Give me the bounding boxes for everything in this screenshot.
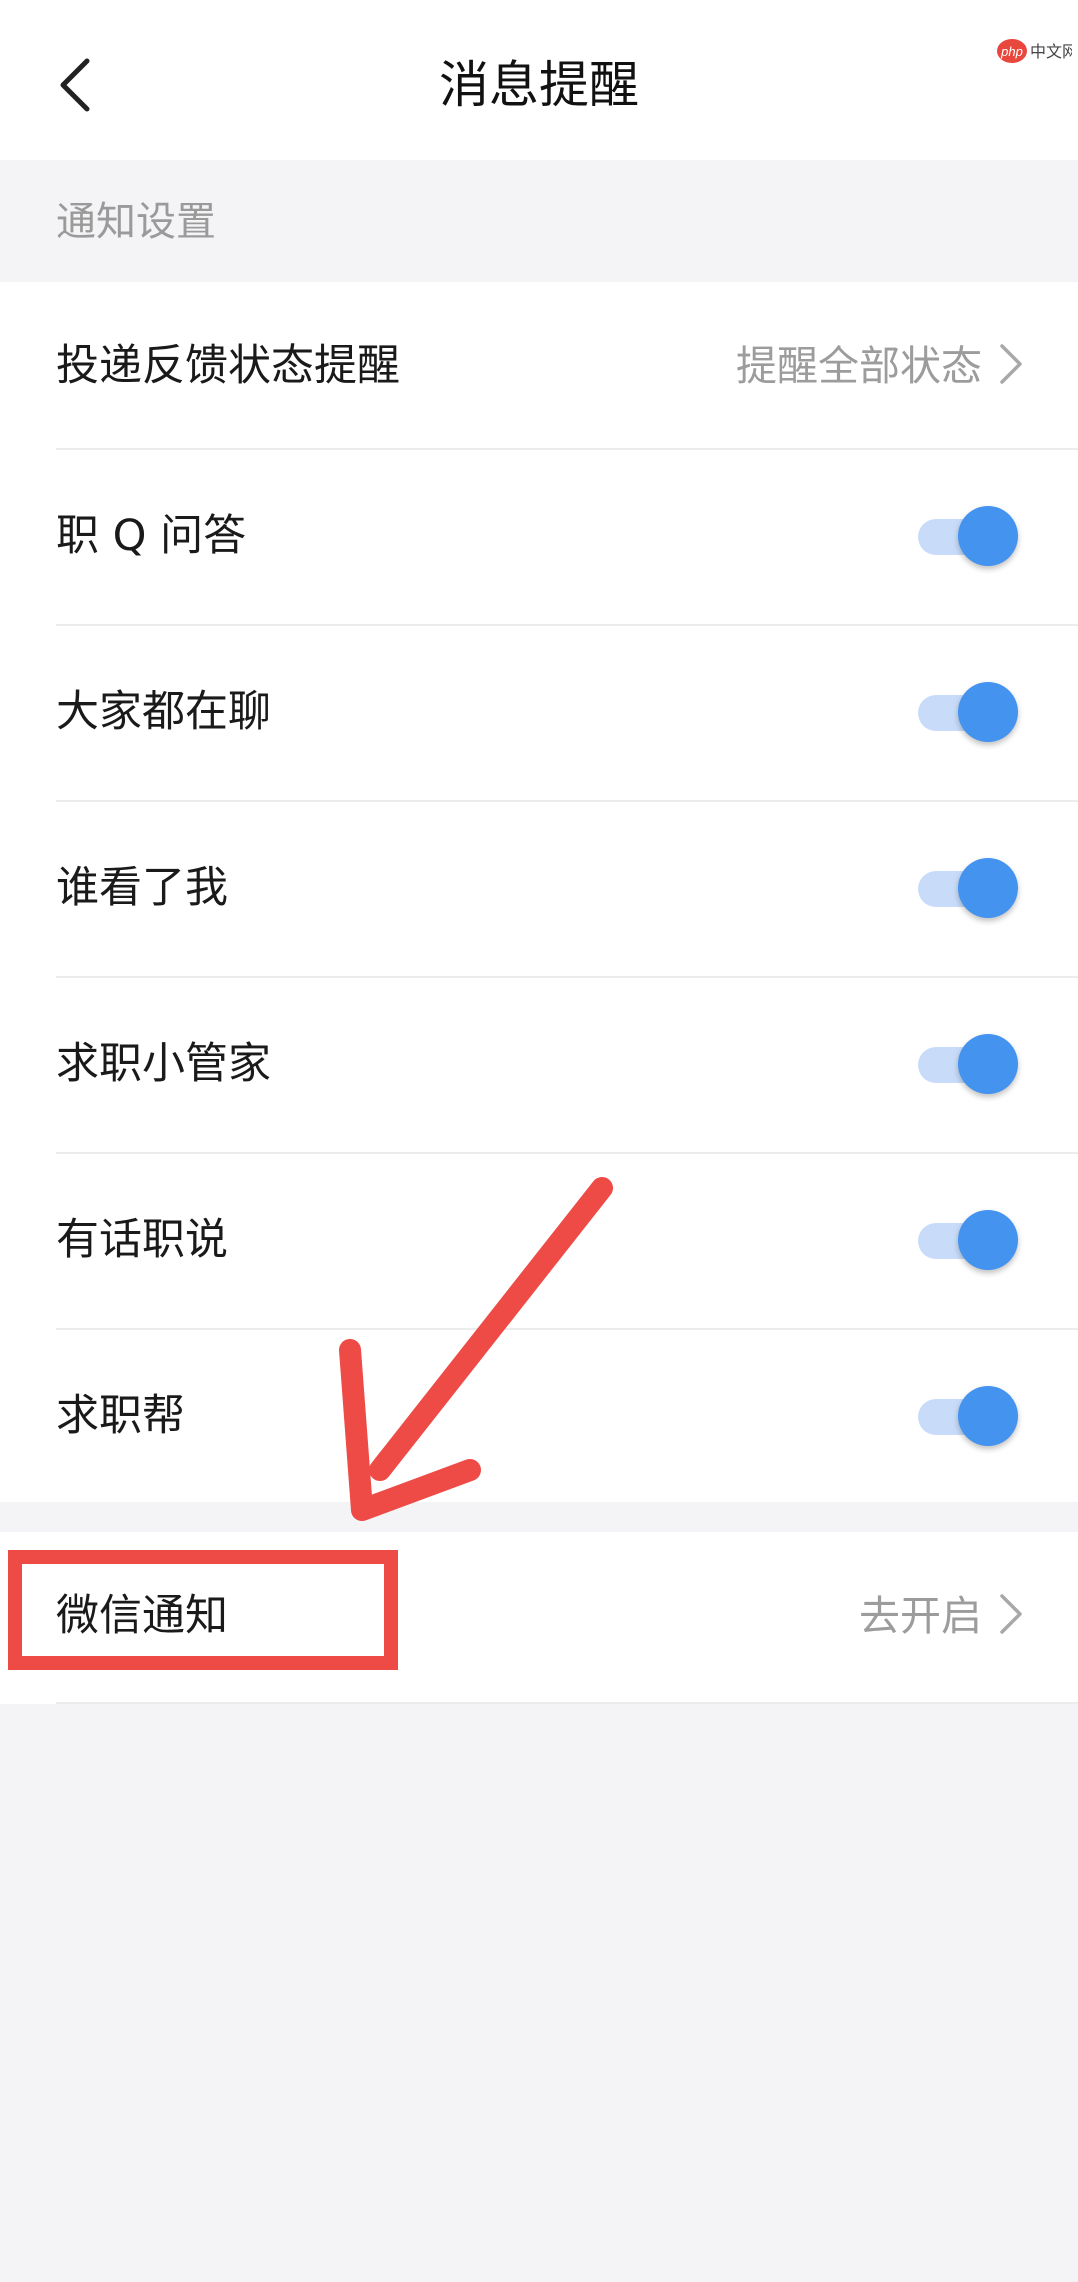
delivery-feedback-value: 提醒全部状态 (736, 342, 982, 390)
chevron-right-icon (1000, 344, 1022, 384)
toggle-switch[interactable] (918, 1034, 1018, 1096)
toggle-switch[interactable] (918, 506, 1018, 568)
section-header: 通知设置 (0, 160, 1078, 282)
toggle-knob (958, 1386, 1018, 1446)
toggle-knob (958, 682, 1018, 742)
toggle-knob (958, 506, 1018, 566)
row-divider (56, 1702, 1078, 1704)
annotation-highlight-box (8, 1550, 398, 1670)
toggle-row-zhiq-qa: 职 Q 问答 (0, 450, 1078, 624)
header-bar: 消息提醒 (0, 0, 1078, 160)
wechat-notification-value: 去开启 (859, 1592, 982, 1640)
toggle-switch[interactable] (918, 858, 1018, 920)
toggle-label: 求职小管家 (56, 1039, 271, 1089)
toggle-switch[interactable] (918, 1210, 1018, 1272)
toggle-label: 求职帮 (56, 1391, 185, 1441)
toggle-row-who-viewed-me: 谁看了我 (0, 802, 1078, 976)
delivery-feedback-label: 投递反馈状态提醒 (56, 341, 400, 391)
toggle-row-job-butler: 求职小管家 (0, 978, 1078, 1152)
chevron-right-icon (1000, 1594, 1022, 1634)
toggle-switch[interactable] (918, 682, 1018, 744)
toggle-knob (958, 858, 1018, 918)
svg-text:php: php (1000, 44, 1023, 59)
toggle-label: 职 Q 问答 (56, 511, 247, 561)
watermark-logo: php 中文网 (997, 39, 1072, 63)
svg-text:中文网: 中文网 (1030, 42, 1072, 61)
toggle-label: 大家都在聊 (56, 687, 271, 737)
toggle-label: 有话职说 (56, 1215, 228, 1265)
toggle-knob (958, 1210, 1018, 1270)
page-title: 消息提醒 (439, 56, 639, 114)
section-title: 通知设置 (56, 199, 216, 245)
toggle-label: 谁看了我 (56, 863, 228, 913)
toggle-row-everyone-chatting: 大家都在聊 (0, 626, 1078, 800)
annotation-arrow-icon (339, 1177, 613, 1521)
toggle-switch[interactable] (918, 1386, 1018, 1448)
delivery-feedback-row[interactable]: 投递反馈状态提醒 提醒全部状态 (0, 282, 1078, 450)
toggle-knob (958, 1034, 1018, 1094)
